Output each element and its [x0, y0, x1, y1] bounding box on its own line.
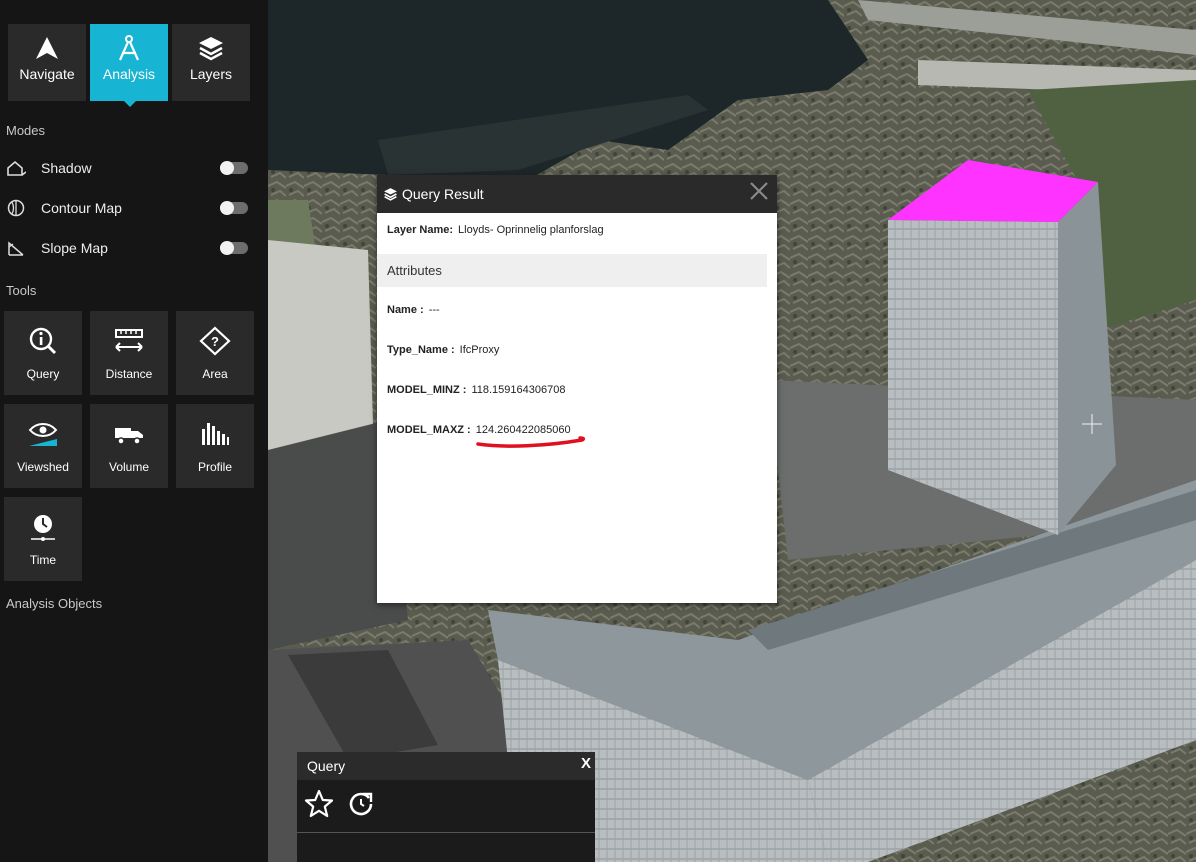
house-shadow-icon [4, 159, 28, 177]
query-panel-title: Query [307, 758, 346, 774]
query-result-title: Query Result [402, 186, 484, 202]
close-button[interactable]: X [581, 755, 591, 772]
tab-navigate-label: Navigate [19, 66, 75, 82]
tool-time-label: Time [29, 553, 57, 567]
slope-icon [4, 239, 28, 257]
layers-icon [197, 34, 225, 62]
contour-map-toggle[interactable] [220, 201, 248, 215]
layer-name-label: Layer Name: [387, 224, 454, 236]
tab-layers[interactable]: Layers [172, 24, 250, 101]
mode-shadow: Shadow [0, 153, 268, 183]
layer-name-value: Lloyds- Oprinnelig planforslag [458, 224, 604, 236]
tool-query-button[interactable]: Query [4, 311, 82, 395]
mode-contour-label: Contour Map [41, 200, 122, 216]
toggle-knob [220, 241, 234, 255]
tool-profile-label: Profile [197, 460, 232, 474]
tool-volume-button[interactable]: Volume [90, 404, 168, 488]
tool-area-label: Area [202, 367, 228, 381]
toggle-knob [220, 201, 234, 215]
sidebar: Navigate Analysis Layers Modes Shadow Co… [0, 0, 268, 862]
compass-icon [116, 34, 142, 62]
modes-heading: Modes [6, 123, 46, 138]
tab-analysis[interactable]: Analysis [90, 24, 168, 101]
tool-distance-label: Distance [105, 367, 153, 381]
red-underline-annotation [476, 436, 586, 448]
tool-volume-label: Volume [108, 460, 150, 474]
mode-slope-map: Slope Map [0, 233, 268, 263]
ruler-icon [114, 325, 144, 357]
tool-time-button[interactable]: Time [4, 497, 82, 581]
mode-slope-label: Slope Map [41, 240, 108, 256]
query-result-window: Query Result Layer Name: Lloyds- Oprinnel… [377, 175, 777, 603]
attribute-row: Name : --- [387, 304, 440, 316]
tab-layers-label: Layers [189, 66, 233, 82]
attribute-key: MODEL_MAXZ : [387, 424, 471, 436]
mode-shadow-label: Shadow [41, 160, 92, 176]
contour-globe-icon [4, 199, 28, 217]
attributes-heading: Attributes [377, 254, 767, 287]
attribute-row: Type_Name : IfcProxy [387, 344, 499, 356]
mode-contour-map: Contour Map [0, 193, 268, 223]
toggle-knob [220, 161, 234, 175]
shadow-toggle[interactable] [220, 161, 248, 175]
attribute-value: 118.159164306708 [471, 384, 566, 396]
slope-map-toggle[interactable] [220, 241, 248, 255]
area-diamond-icon: ? [199, 325, 231, 357]
tool-query-label: Query [26, 367, 60, 381]
tab-navigate[interactable]: Navigate [8, 24, 86, 101]
query-result-header[interactable]: Query Result [377, 175, 777, 213]
active-tab-caret [124, 101, 136, 107]
truck-icon [113, 418, 145, 450]
navigate-arrow-icon [34, 34, 60, 62]
attribute-key: Name : [387, 304, 424, 316]
tab-analysis-label: Analysis [102, 66, 156, 82]
profile-bars-icon [200, 418, 230, 450]
layers-icon [383, 187, 398, 201]
tool-area-button[interactable]: ? Area [176, 311, 254, 395]
query-panel-header[interactable]: Query X [297, 752, 595, 780]
tool-viewshed-label: Viewshed [17, 460, 69, 474]
clock-icon [28, 511, 58, 543]
attribute-key: MODEL_MINZ : [387, 384, 467, 396]
query-panel: Query X [297, 752, 595, 862]
tools-heading: Tools [6, 283, 37, 298]
attribute-value: IfcProxy [459, 344, 500, 356]
eye-icon [27, 418, 59, 450]
svg-text:?: ? [211, 334, 219, 349]
layer-name-row: Layer Name: Lloyds- Oprinnelig planforsla… [387, 224, 604, 236]
tool-distance-button[interactable]: Distance [90, 311, 168, 395]
analysis-objects-heading: Analysis Objects [6, 596, 103, 611]
refresh-icon[interactable] [345, 788, 377, 820]
tool-profile-button[interactable]: Profile [176, 404, 254, 488]
tool-viewshed-button[interactable]: Viewshed [4, 404, 82, 488]
attribute-key: Type_Name : [387, 344, 455, 356]
query-info-icon [28, 325, 58, 357]
close-icon[interactable] [745, 177, 773, 205]
attribute-value: --- [428, 304, 440, 316]
star-icon[interactable] [303, 788, 335, 820]
attribute-row: MODEL_MINZ : 118.159164306708 [387, 384, 565, 396]
divider [297, 832, 595, 833]
